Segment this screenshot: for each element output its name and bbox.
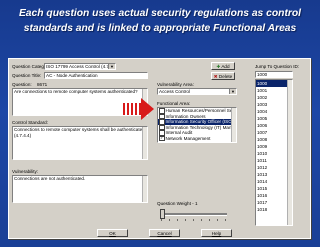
add-icon: ✚ [216, 64, 221, 69]
control-standard-label: Control Standard: [12, 120, 49, 125]
question-weight-slider[interactable] [160, 209, 165, 219]
functional-area-item-label: Information Technology (IT) Man [165, 124, 232, 130]
functional-area-item-label: Information Security Officer (ISO) [165, 119, 234, 124]
jump-to-list[interactable]: 1000 1001 1002 1003 1004 1005 1006 1007 … [255, 79, 293, 226]
question-title-value: AC - Node Authentication [46, 73, 98, 78]
vulnerability-area[interactable]: Connections are not authenticated. [12, 175, 148, 203]
chevron-down-icon[interactable]: ▼ [108, 64, 115, 69]
headline: Each question uses actual security regul… [0, 6, 320, 36]
question-title-input[interactable]: AC - Node Authentication [44, 72, 148, 79]
vulnerability-scrollbar[interactable] [142, 176, 147, 202]
functional-area-scrollbar[interactable] [231, 108, 236, 142]
ok-button[interactable]: OK [97, 229, 128, 237]
vulnerability-area-select[interactable]: Access Control ▼ [157, 88, 237, 95]
question-number-label: Question: [12, 82, 32, 87]
jump-to-input-value: 1000 [257, 72, 268, 77]
ok-button-label: OK [109, 231, 116, 236]
question-editor-dialog: Question Category: ISO 17799 Access Cont… [8, 58, 311, 239]
functional-area-item-label: Network Management [165, 135, 211, 141]
vulnerability-value: Connections are not authenticated. [14, 176, 86, 181]
control-standard-value: Connections to remote computer systems s… [14, 127, 145, 138]
callout-arrow-shaft [123, 103, 143, 115]
vulnerability-area-label: Vulnerability Area: [157, 82, 194, 87]
question-text-value: Are connections to remote computer syste… [14, 89, 138, 94]
help-button-label: Help [211, 231, 222, 236]
help-button[interactable]: Help [201, 229, 232, 237]
question-number-value: 8671 [36, 82, 48, 87]
functional-area-list[interactable]: Human Resources/Personnel Se Information… [157, 107, 237, 143]
question-category-value: ISO 17799 Access Control (4.7) [46, 64, 111, 69]
question-weight-track[interactable] [161, 213, 227, 216]
add-button[interactable]: ✚ Add [211, 62, 235, 70]
functional-area-item-label: Human Resources/Personnel Se [165, 108, 233, 113]
question-number-row: Question: 8671 [12, 82, 47, 87]
question-title-label: Question Title: [12, 73, 42, 78]
delete-button[interactable]: ✖ Delete [211, 72, 235, 80]
functional-area-item-label: Internal Audit [165, 130, 193, 135]
control-standard-scrollbar[interactable] [142, 127, 147, 159]
vulnerability-label: Vulnerability: [12, 169, 39, 174]
headline-line-2: standards and is linked to appropriate F… [23, 23, 297, 34]
functional-area-item[interactable]: ✓ Network Management [158, 136, 236, 142]
question-weight-ticks [161, 219, 227, 221]
jump-to-scrollbar[interactable] [287, 80, 292, 225]
chevron-down-icon[interactable]: ▼ [229, 89, 236, 94]
delete-button-label: Delete [218, 74, 233, 79]
cancel-button-label: Cancel [157, 231, 172, 236]
jump-to-input[interactable]: 1000 [255, 71, 293, 78]
question-weight-label: Question Weight - 1 [157, 201, 198, 206]
question-category-select[interactable]: ISO 17799 Access Control (4.7) ▼ [44, 63, 116, 70]
add-button-label: Add [221, 64, 230, 69]
cancel-button[interactable]: Cancel [149, 229, 180, 237]
functional-area-item-label: Information Owners [165, 113, 206, 119]
vulnerability-area-value: Access Control [159, 89, 190, 94]
jump-to-label: Jump To Question ID: [255, 64, 300, 69]
checkbox-checked[interactable]: ✓ [159, 135, 165, 142]
headline-line-1: Each question uses actual security regul… [18, 8, 302, 19]
functional-area-label: Functional Area: [157, 101, 191, 106]
control-standard-area[interactable]: Connections to remote computer systems s… [12, 126, 148, 160]
delete-icon: ✖ [213, 74, 218, 79]
callout-arrow-icon [141, 98, 154, 120]
